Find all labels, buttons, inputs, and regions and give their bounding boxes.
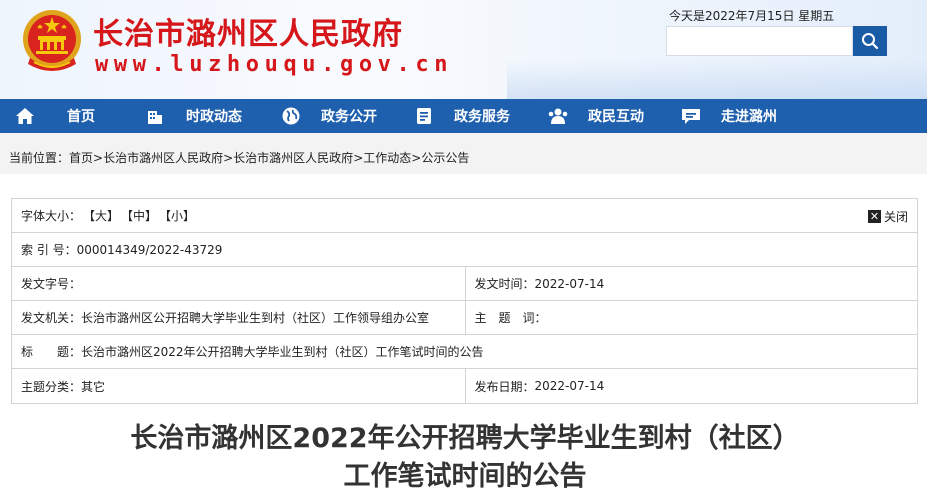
font-size-row: 字体大小： 【大】 【中】 【小】 ✕ 关闭	[12, 199, 917, 233]
font-size-label: 字体大小：	[21, 209, 82, 223]
nav-item-news[interactable]: 时政动态	[144, 99, 242, 133]
main-nav: 首页 时政动态 政务公开 政务服务 政民互动 走进潞州	[0, 99, 927, 133]
category-label: 主题分类：	[21, 379, 82, 394]
nav-item-services[interactable]: 政务服务	[413, 99, 510, 133]
font-size-small-button[interactable]: 【小】	[159, 207, 195, 224]
doc-no-label: 发文字号：	[21, 277, 82, 291]
article-title: 长治市潞州区2022年公开招聘大学毕业生到村（社区）工作笔试时间的公告	[130, 423, 800, 492]
doc-no-row: 发文字号： 发文时间： 2022-07-14	[12, 267, 917, 301]
issue-time-label: 发文时间：	[474, 277, 535, 291]
title-cell: 标 题： 长治市潞州区2022年公开招聘大学毕业生到村（社区）工作笔试时间的公告	[12, 335, 484, 368]
doc-no-cell: 发文字号：	[12, 267, 465, 300]
document-info-table: 字体大小： 【大】 【中】 【小】 ✕ 关闭 索 引 号： 000014349/2…	[11, 198, 918, 404]
building-icon	[144, 105, 166, 127]
font-size-medium-button[interactable]: 【中】	[121, 207, 157, 224]
national-emblem-icon	[23, 10, 81, 71]
close-label: 关闭	[883, 210, 908, 224]
title-label: 标 题：	[21, 345, 82, 359]
nav-item-open-government[interactable]: 政务公开	[280, 99, 377, 133]
issuer-row: 发文机关： 长治市潞州区公开招聘大学毕业生到村（社区）工作领导组办公室 主 题 词…	[12, 301, 917, 335]
publish-date-cell: 发布日期： 2022-07-14	[464, 369, 918, 403]
title-row: 标 题： 长治市潞州区2022年公开招聘大学毕业生到村（社区）工作笔试时间的公告	[12, 335, 917, 369]
breadcrumb-separator: >	[223, 151, 234, 165]
nav-item-home[interactable]: 首页	[14, 99, 95, 133]
title-value: 长治市潞州区2022年公开招聘大学毕业生到村（社区）工作笔试时间的公告	[81, 345, 484, 359]
category-cell: 主题分类： 其它	[12, 369, 465, 403]
document-icon	[413, 105, 435, 127]
issuer-value: 长治市潞州区公开招聘大学毕业生到村（社区）工作领导组办公室	[81, 311, 430, 325]
chat-icon	[680, 105, 702, 127]
search-button[interactable]	[853, 26, 887, 56]
breadcrumb-district[interactable]: 长治市潞州区人民政府	[233, 151, 353, 165]
subject-label: 主 题 词：	[474, 311, 547, 325]
index-cell: 索 引 号： 000014349/2022-43729	[12, 233, 222, 266]
breadcrumb-notices[interactable]: 公示公告	[421, 151, 469, 165]
site-title: 长治市潞州区人民政府	[93, 17, 403, 52]
nav-label: 走进潞州	[721, 109, 777, 125]
nav-label: 政民互动	[588, 109, 644, 125]
breadcrumb-separator: >	[93, 151, 104, 165]
nav-item-interaction[interactable]: 政民互动	[547, 99, 644, 133]
breadcrumb-home[interactable]: 首页	[69, 151, 93, 165]
people-icon	[547, 105, 569, 127]
site-url: www.luzhouqu.gov.cn	[95, 52, 454, 77]
nav-label: 时政动态	[186, 109, 242, 125]
index-label: 索 引 号：	[21, 243, 77, 257]
globe-icon	[280, 105, 302, 127]
search-input[interactable]	[666, 26, 853, 56]
nav-label: 政务公开	[321, 109, 377, 125]
issuer-label: 发文机关：	[21, 311, 82, 325]
publish-date-value: 2022-07-14	[534, 379, 605, 393]
font-size-large-button[interactable]: 【大】	[83, 207, 119, 224]
index-value: 000014349/2022-43729	[76, 242, 223, 257]
category-value: 其它	[81, 379, 106, 394]
home-icon	[14, 105, 36, 127]
index-row: 索 引 号： 000014349/2022-43729	[12, 233, 917, 267]
nav-label: 首页	[67, 109, 95, 125]
nav-item-about[interactable]: 走进潞州	[680, 99, 777, 133]
breadcrumb-work-news[interactable]: 工作动态	[363, 151, 411, 165]
site-header: 长治市潞州区人民政府 www.luzhouqu.gov.cn 今天是2022年7…	[0, 0, 927, 99]
breadcrumb: 当前位置：首页>长治市潞州区人民政府>长治市潞州区人民政府>工作动态>公示公告	[9, 149, 469, 166]
category-row: 主题分类： 其它 发布日期： 2022-07-14	[12, 369, 917, 403]
breadcrumb-city[interactable]: 长治市潞州区人民政府	[103, 151, 223, 165]
close-icon: ✕	[867, 210, 881, 223]
search-icon	[862, 33, 879, 50]
current-date: 今天是2022年7月15日 星期五	[669, 9, 835, 23]
issue-time-value: 2022-07-14	[534, 276, 605, 291]
publish-date-label: 发布日期：	[474, 379, 535, 394]
close-button[interactable]: ✕ 关闭	[867, 208, 908, 225]
font-size-controls: 字体大小： 【大】 【中】 【小】	[12, 199, 195, 232]
issue-time-cell: 发文时间： 2022-07-14	[464, 267, 918, 300]
issuer-cell: 发文机关： 长治市潞州区公开招聘大学毕业生到村（社区）工作领导组办公室	[12, 301, 465, 334]
breadcrumb-separator: >	[353, 151, 364, 165]
breadcrumb-separator: >	[411, 151, 422, 165]
nav-label: 政务服务	[454, 109, 510, 125]
subject-cell: 主 题 词：	[464, 301, 918, 334]
breadcrumb-prefix: 当前位置：	[9, 151, 70, 165]
